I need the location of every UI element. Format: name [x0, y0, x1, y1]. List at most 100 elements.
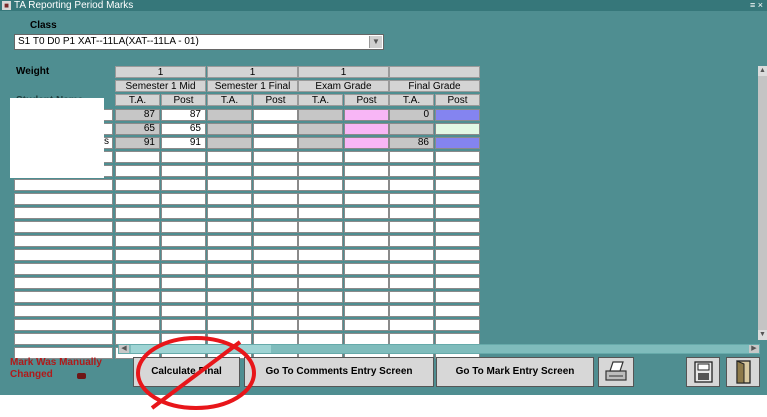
mark-cell[interactable]	[253, 179, 298, 191]
mark-cell[interactable]	[389, 151, 434, 163]
scroll-left-icon[interactable]: ◀	[119, 345, 129, 353]
mark-cell[interactable]	[207, 109, 252, 121]
mark-cell[interactable]	[207, 165, 252, 177]
mark-cell[interactable]: 65	[115, 123, 160, 135]
mark-cell[interactable]	[344, 193, 389, 205]
mark-cell[interactable]	[207, 277, 252, 289]
mark-cell[interactable]	[207, 193, 252, 205]
mark-cell[interactable]	[298, 179, 343, 191]
scroll-right-icon[interactable]: ▶	[749, 345, 759, 353]
mark-cell[interactable]	[161, 305, 206, 317]
student-name-cell[interactable]	[14, 235, 113, 247]
mark-cell[interactable]	[115, 319, 160, 331]
mark-cell[interactable]	[435, 249, 480, 261]
mark-cell[interactable]	[298, 249, 343, 261]
mark-cell[interactable]	[298, 263, 343, 275]
mark-cell[interactable]	[161, 319, 206, 331]
mark-cell[interactable]	[389, 263, 434, 275]
mark-cell[interactable]	[115, 221, 160, 233]
mark-cell[interactable]	[161, 221, 206, 233]
mark-cell[interactable]	[389, 305, 434, 317]
print-button[interactable]	[598, 357, 634, 387]
mark-cell[interactable]	[435, 319, 480, 331]
mark-cell[interactable]	[298, 319, 343, 331]
mark-cell[interactable]	[344, 109, 389, 121]
mark-cell[interactable]	[389, 179, 434, 191]
mark-cell[interactable]	[207, 291, 252, 303]
mark-cell[interactable]	[207, 221, 252, 233]
mark-cell[interactable]: 87	[115, 109, 160, 121]
mark-cell[interactable]	[161, 263, 206, 275]
go-to-comments-button[interactable]: Go To Comments Entry Screen	[244, 357, 434, 387]
mark-cell[interactable]	[253, 305, 298, 317]
mark-cell[interactable]	[389, 165, 434, 177]
mark-cell[interactable]	[435, 123, 480, 135]
vertical-scrollbar[interactable]: ▲ ▼	[758, 66, 767, 340]
mark-cell[interactable]	[115, 263, 160, 275]
mark-cell[interactable]	[253, 207, 298, 219]
mark-cell[interactable]	[115, 235, 160, 247]
mark-cell[interactable]	[389, 235, 434, 247]
mark-cell[interactable]	[207, 179, 252, 191]
mark-cell[interactable]	[161, 277, 206, 289]
mark-cell[interactable]	[298, 109, 343, 121]
student-name-cell[interactable]	[14, 333, 113, 345]
mark-cell[interactable]: 91	[115, 137, 160, 149]
mark-cell[interactable]	[115, 305, 160, 317]
mark-cell[interactable]	[435, 151, 480, 163]
mark-cell[interactable]	[344, 123, 389, 135]
mark-cell[interactable]	[161, 207, 206, 219]
mark-cell[interactable]: 87	[161, 109, 206, 121]
mark-cell[interactable]	[115, 179, 160, 191]
mark-cell[interactable]	[435, 109, 480, 121]
mark-cell[interactable]	[298, 305, 343, 317]
mark-cell[interactable]	[435, 193, 480, 205]
mark-cell[interactable]	[344, 221, 389, 233]
student-name-cell[interactable]	[14, 263, 113, 275]
mark-cell[interactable]: 91	[161, 137, 206, 149]
chevron-down-icon[interactable]: ▼	[369, 36, 382, 48]
student-name-cell[interactable]	[14, 319, 113, 331]
mark-cell[interactable]	[115, 277, 160, 289]
mark-cell[interactable]	[207, 263, 252, 275]
calculate-final-button[interactable]: Calculate Final	[133, 357, 240, 387]
mark-cell[interactable]	[389, 193, 434, 205]
student-name-cell[interactable]	[14, 207, 113, 219]
mark-cell[interactable]	[207, 249, 252, 261]
mark-cell[interactable]	[115, 207, 160, 219]
mark-cell[interactable]	[207, 137, 252, 149]
mark-cell[interactable]: 86	[389, 137, 434, 149]
mark-cell[interactable]	[161, 165, 206, 177]
student-name-cell[interactable]	[14, 179, 113, 191]
mark-cell[interactable]	[253, 291, 298, 303]
window-controls[interactable]: ≡ ×	[750, 0, 763, 11]
mark-cell[interactable]	[161, 179, 206, 191]
mark-cell[interactable]	[298, 123, 343, 135]
mark-cell[interactable]	[435, 235, 480, 247]
mark-cell[interactable]	[161, 193, 206, 205]
mark-cell[interactable]	[253, 151, 298, 163]
mark-cell[interactable]	[115, 291, 160, 303]
mark-cell[interactable]	[207, 235, 252, 247]
student-name-cell[interactable]	[14, 221, 113, 233]
mark-cell[interactable]	[298, 221, 343, 233]
mark-cell[interactable]	[253, 249, 298, 261]
mark-cell[interactable]	[344, 151, 389, 163]
mark-cell[interactable]	[389, 221, 434, 233]
mark-cell[interactable]	[207, 123, 252, 135]
mark-cell[interactable]	[253, 319, 298, 331]
mark-cell[interactable]	[207, 207, 252, 219]
mark-cell[interactable]	[161, 235, 206, 247]
student-name-cell[interactable]	[14, 249, 113, 261]
mark-cell[interactable]	[253, 137, 298, 149]
mark-cell[interactable]	[253, 277, 298, 289]
mark-cell[interactable]	[344, 235, 389, 247]
mark-cell[interactable]	[435, 165, 480, 177]
mark-cell[interactable]	[161, 249, 206, 261]
mark-cell[interactable]	[298, 291, 343, 303]
mark-cell[interactable]	[115, 151, 160, 163]
mark-cell[interactable]: 0	[389, 109, 434, 121]
mark-cell[interactable]	[344, 263, 389, 275]
student-name-cell[interactable]	[14, 193, 113, 205]
mark-cell[interactable]	[253, 109, 298, 121]
